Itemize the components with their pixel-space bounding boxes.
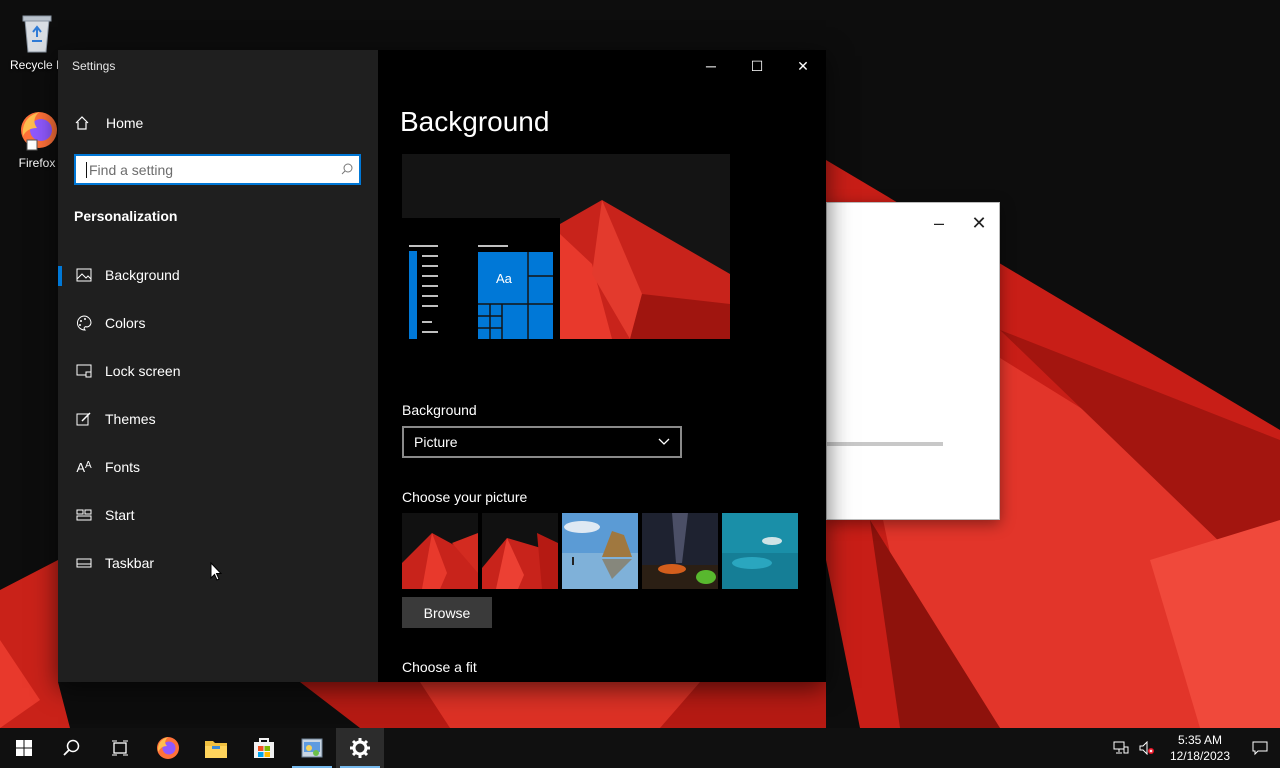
clock-time: 5:35 AM [1177,733,1222,747]
close-icon[interactable]: ✕ [780,50,826,82]
choose-picture-label: Choose your picture [402,489,528,505]
windows-logo-icon [16,740,32,756]
selection-indicator [58,266,62,286]
picture-thumbnail-2[interactable] [482,513,558,589]
search-box[interactable] [74,154,361,185]
taskbar-icon [73,558,95,568]
nav-item-label: Colors [105,315,146,331]
background-dialog-window[interactable]: – ✕ [826,202,1000,520]
nav-item-lock-screen[interactable]: Lock screen [58,351,378,391]
nav-item-label: Background [105,267,180,283]
window-title: Settings [72,59,116,73]
search-icon [63,739,80,756]
taskbar-search-button[interactable] [48,728,96,768]
settings-gear-icon [350,738,370,758]
picture-thumbnail-5[interactable] [722,513,798,589]
network-icon[interactable] [1108,741,1134,755]
volume-muted-icon[interactable] [1134,741,1160,755]
start-icon [73,509,95,521]
nav-item-label: Start [105,507,135,523]
dialog-title-bar: – ✕ [827,203,999,243]
background-type-dropdown[interactable]: Picture [402,426,682,458]
control-panel-icon [301,738,323,758]
preview-tile-text: Aa [496,271,513,286]
minimize-icon[interactable]: ─ [688,50,734,82]
clock-date: 12/18/2023 [1169,749,1230,763]
task-view-button[interactable] [96,728,144,768]
progress-track [827,442,943,446]
nav-item-colors[interactable]: Colors [58,303,378,343]
nav-item-label: Fonts [105,459,141,475]
desktop-icon-label: Firefox [18,156,56,170]
text-caret [86,161,87,178]
firefox-icon [21,112,57,151]
background-field-label: Background [402,402,477,418]
taskbar-firefox[interactable] [144,728,192,768]
start-button[interactable] [0,728,48,768]
system-tray: 5:35 AM 12/18/2023 [1108,728,1280,768]
close-icon[interactable]: ✕ [959,203,999,243]
firefox-icon [157,737,179,759]
window-controls: ─ ☐ ✕ [688,50,826,82]
mouse-cursor-icon [210,562,222,581]
picture-thumbnails [402,513,798,589]
store-icon [254,738,274,758]
home-nav-link[interactable]: Home [74,112,143,134]
action-center-icon[interactable] [1240,728,1280,768]
nav-item-themes[interactable]: Themes [58,399,378,439]
task-view-icon [112,740,128,756]
chevron-down-icon [658,438,670,445]
taskbar-control-panel[interactable] [288,728,336,768]
clock[interactable]: 5:35 AM 12/18/2023 [1160,732,1240,764]
dropdown-value: Picture [414,434,458,450]
nav-item-start[interactable]: Start [58,495,378,535]
taskbar-settings[interactable] [336,728,384,768]
image-icon [73,268,95,282]
lock-screen-icon [73,364,95,378]
nav-item-label: Themes [105,411,156,427]
section-heading: Personalization [74,208,178,224]
maximize-icon[interactable]: ☐ [734,50,780,82]
recycle-bin-icon [22,15,52,53]
settings-nav-pane: Settings Home Personalization Background [58,50,378,682]
palette-icon [73,315,95,331]
settings-window: Settings Home Personalization Background [58,50,826,682]
nav-item-background[interactable]: Background [58,255,378,295]
nav-item-label: Lock screen [105,363,181,379]
desktop-icon-label: Recycle B [9,58,65,72]
minimize-icon[interactable]: – [919,203,959,243]
file-explorer-icon [205,741,227,758]
home-icon [75,116,89,130]
taskbar-file-explorer[interactable] [192,728,240,768]
choose-fit-label: Choose a fit [402,659,477,675]
search-icon[interactable] [335,162,359,178]
themes-icon [73,411,95,427]
nav-item-fonts[interactable]: AA Fonts [58,447,378,487]
nav-item-label: Taskbar [105,555,155,571]
fonts-icon: AA [76,459,92,475]
picture-thumbnail-4[interactable] [642,513,718,589]
desktop-preview: Aa [402,154,730,339]
home-label: Home [106,115,144,131]
picture-thumbnail-3[interactable] [562,513,638,589]
taskbar-store[interactable] [240,728,288,768]
settings-content-pane: ─ ☐ ✕ Background Aa Background Picture C… [378,50,826,682]
taskbar: 5:35 AM 12/18/2023 [0,728,1280,768]
browse-button[interactable]: Browse [402,597,492,628]
search-input[interactable] [89,161,335,178]
picture-thumbnail-1[interactable] [402,513,478,589]
page-title: Background [400,106,550,137]
